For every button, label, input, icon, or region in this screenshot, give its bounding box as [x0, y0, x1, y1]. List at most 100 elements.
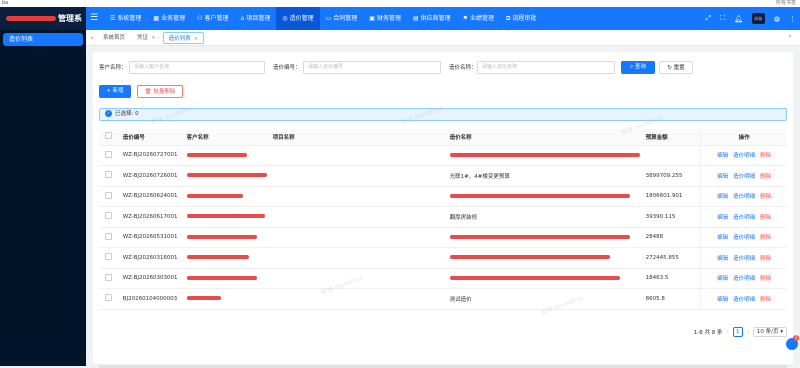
edit-link[interactable]: 编辑 [717, 194, 728, 200]
nav-item[interactable]: ▦ 业务管理 [147, 7, 191, 30]
delete-link[interactable]: 删除 [760, 215, 771, 221]
row-checkbox[interactable] [105, 212, 112, 220]
table-row[interactable]: WZ-BJ20260617001 翻厚房装修 39390.115 编辑 造价明细 删除 [99, 206, 787, 228]
select-all-cell[interactable] [99, 129, 117, 146]
more-menu-icon[interactable]: ⋮ [789, 15, 796, 23]
customer-name-input[interactable]: 请输入客户名称 [129, 61, 265, 74]
delete-link[interactable]: 删除 [760, 153, 771, 159]
header-customer-name[interactable]: 客户名称 [180, 129, 267, 146]
delete-link[interactable]: 删除 [760, 235, 771, 241]
app-logo[interactable]: 管理系统 [0, 7, 86, 46]
nav-item[interactable]: ⧉ 流程审批 [500, 7, 542, 30]
menu-toggle-icon[interactable]: ☰ [90, 13, 98, 23]
edit-link[interactable]: 编辑 [717, 297, 728, 303]
add-button[interactable]: + 新增 [99, 85, 131, 98]
row-checkbox[interactable] [105, 232, 112, 240]
browser-bookmarks-bar: ba 所有书签 [0, 0, 800, 7]
nav-item[interactable]: ⌂ 项目管理 [235, 7, 277, 30]
row-checkbox[interactable] [105, 294, 112, 302]
close-icon[interactable]: × [194, 36, 199, 42]
prev-page-icon[interactable]: ‹ [726, 329, 728, 335]
avatar[interactable]: 邮箱 [751, 13, 765, 24]
header-cost-name[interactable]: 造价名称 [443, 129, 640, 146]
language-globe-icon[interactable]: ◍ [774, 15, 780, 23]
table-row[interactable]: WZ-BJ20260726001 光联1#、4#楼变更预算 3899709.255 编… [99, 165, 787, 187]
notification-bell-icon[interactable]: 🔔︎ [734, 15, 743, 23]
page-size-select[interactable]: 10 条/页 ▾ [752, 327, 787, 337]
tabs-scroll-right-icon[interactable]: › [784, 32, 796, 40]
row-select-cell[interactable] [99, 247, 117, 269]
header-budget-amount[interactable]: 预算金额 [639, 129, 701, 146]
delete-link[interactable]: 删除 [760, 174, 771, 180]
nav-item[interactable]: ☰ 系统管理 [104, 7, 147, 30]
row-select-cell[interactable] [99, 206, 117, 228]
edit-link[interactable]: 编辑 [717, 235, 728, 241]
select-all-checkbox[interactable] [105, 132, 112, 140]
pagination: 1-8 共 8 条 ‹ 1 › 10 条/页 ▾ [694, 325, 787, 339]
sidebar-item-cost-list[interactable]: 造价列表 [3, 33, 83, 46]
header-cost-code[interactable]: 造价编号 [116, 129, 181, 146]
nav-item[interactable]: ◎ 造价管理 [276, 7, 320, 30]
cost-detail-link[interactable]: 造价明细 [733, 235, 755, 241]
cost-detail-link[interactable]: 造价明细 [733, 297, 755, 303]
row-select-cell[interactable] [99, 186, 117, 207]
tabs-scroll-left-icon[interactable]: ‹ [86, 34, 98, 42]
cost-name-input[interactable]: 请输入造价名称 [477, 61, 615, 74]
cost-detail-link[interactable]: 造价明细 [733, 194, 755, 200]
tab-home[interactable]: 系统首页 [98, 32, 130, 44]
row-checkbox[interactable] [105, 273, 112, 281]
delete-link[interactable]: 删除 [760, 297, 771, 303]
edit-link[interactable]: 编辑 [717, 276, 728, 282]
search-button[interactable]: ⌕ 查询 [621, 61, 655, 74]
cost-detail-link[interactable]: 造价明细 [733, 153, 755, 159]
table-row[interactable]: WZ-BJ20260316001 272445.855 编辑 造价明细 删除 [99, 247, 787, 269]
delete-link[interactable]: 删除 [760, 256, 771, 262]
nav-item[interactable]: ⚇ 客户管理 [191, 7, 234, 30]
delete-link[interactable]: 删除 [760, 276, 771, 282]
all-bookmarks-link[interactable]: 所有书签 [776, 0, 796, 7]
nav-item[interactable]: ▤ 供应商管理 [407, 7, 457, 30]
page-1-button[interactable]: 1 [732, 327, 743, 337]
add-button-label: 新增 [112, 88, 124, 94]
table-row[interactable]: WZ-BJ20260727001 编辑 造价明细 删除 [99, 145, 787, 166]
cost-detail-link[interactable]: 造价明细 [733, 174, 755, 180]
sidebar: 造价列表 [0, 30, 86, 366]
table-row[interactable]: WZ-BJ20260303001 18463.5 编辑 造价明细 删除 [99, 268, 787, 289]
row-select-cell[interactable] [99, 227, 117, 248]
nav-item[interactable]: ⚑ 业绩管理 [457, 7, 500, 30]
row-checkbox[interactable] [105, 253, 112, 261]
customer-name-label: 客户名称： [99, 65, 127, 71]
row-select-cell[interactable] [99, 268, 117, 289]
next-page-icon[interactable]: › [747, 329, 749, 335]
nav-icon: ▦ [153, 15, 160, 22]
row-checkbox[interactable] [105, 191, 112, 199]
row-checkbox[interactable] [105, 171, 112, 179]
row-select-cell[interactable] [99, 288, 117, 310]
nav-item[interactable]: ▣ 财务管理 [363, 7, 407, 30]
cost-detail-link[interactable]: 造价明细 [733, 276, 755, 282]
edit-link[interactable]: 编辑 [717, 215, 728, 221]
fullscreen-icon[interactable]: ⤢ [705, 14, 711, 23]
row-select-cell[interactable] [99, 145, 117, 166]
edit-link[interactable]: 编辑 [717, 174, 728, 180]
reset-button[interactable]: ↻ 重置 [659, 61, 693, 74]
tab-cost-list[interactable]: 造价列表 × [162, 31, 205, 44]
expand-icon[interactable]: ⛶ [720, 14, 725, 23]
table-row[interactable]: BJ20260104000003 测试造价 8605.8 编辑 造价明细 删除 [99, 288, 787, 310]
batch-delete-button[interactable]: 🗑︎ 批量删除 [137, 85, 183, 98]
close-icon[interactable]: × [151, 35, 156, 41]
tab-voucher[interactable]: 凭证 × [132, 32, 161, 44]
row-checkbox[interactable] [105, 150, 112, 158]
cost-detail-link[interactable]: 造价明细 [733, 256, 755, 262]
redacted-brand [6, 16, 56, 21]
table-row[interactable]: WZ-BJ20260531001 28488 编辑 造价明细 删除 [99, 227, 787, 248]
delete-link[interactable]: 删除 [760, 194, 771, 200]
edit-link[interactable]: 编辑 [717, 256, 728, 262]
row-select-cell[interactable] [99, 165, 117, 187]
table-row[interactable]: WZ-BJ20260624001 1806601.901 编辑 造价明细 删除 [99, 186, 787, 207]
cost-detail-link[interactable]: 造价明细 [733, 215, 755, 221]
nav-item[interactable]: ▭ 合同管理 [320, 7, 364, 30]
edit-link[interactable]: 编辑 [717, 153, 728, 159]
cost-code-input[interactable]: 请输入造价编号 [303, 61, 441, 74]
header-project-name[interactable]: 项目名称 [266, 129, 444, 146]
